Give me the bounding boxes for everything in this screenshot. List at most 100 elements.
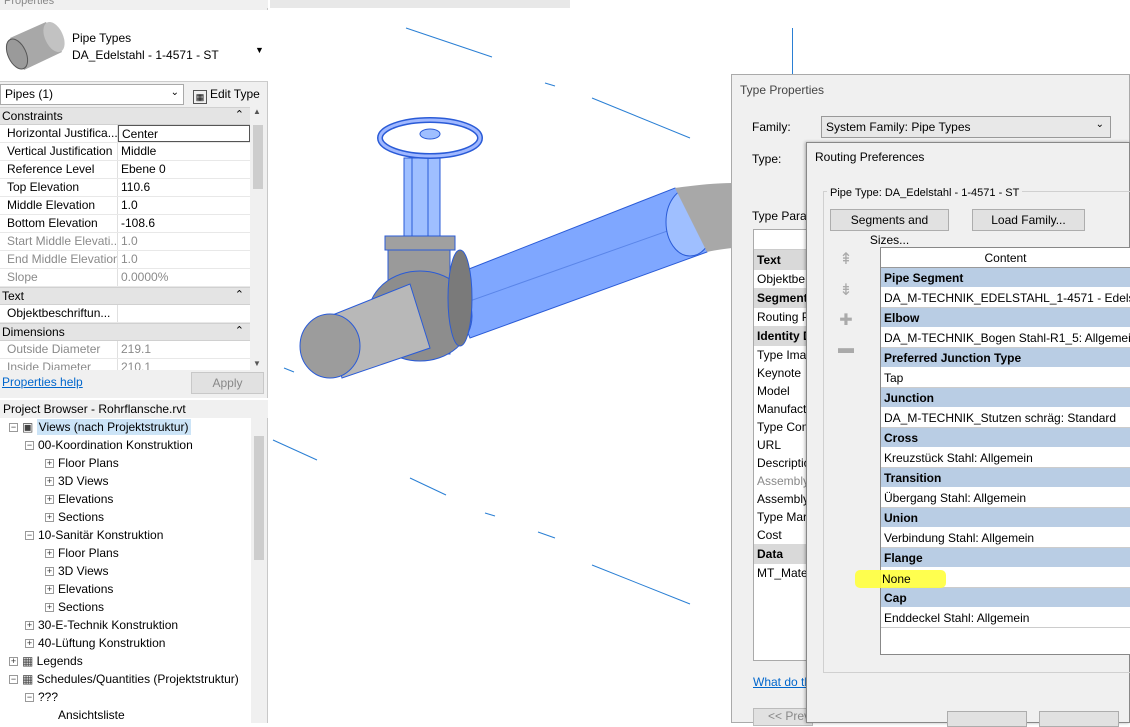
cancel-button[interactable] bbox=[1039, 711, 1119, 727]
property-value[interactable]: 0.0000% bbox=[118, 269, 250, 286]
param-row[interactable]: Manufact bbox=[754, 400, 812, 418]
browser-node[interactable]: Floor Plans bbox=[58, 544, 119, 562]
rule-group-header[interactable]: Elbow bbox=[881, 308, 1130, 328]
browser-node[interactable]: Elevations bbox=[58, 490, 113, 508]
rule-group-header[interactable]: Junction bbox=[881, 388, 1130, 408]
rule-value-cell[interactable]: Übergang Stahl: Allgemein bbox=[881, 488, 1130, 508]
view-tabs[interactable] bbox=[270, 0, 570, 8]
rule-group-header[interactable]: Pipe Segment bbox=[881, 268, 1130, 288]
3d-viewport[interactable] bbox=[270, 8, 732, 723]
expand-icon[interactable]: + bbox=[45, 567, 54, 576]
browser-node[interactable]: Ansichtsliste bbox=[58, 706, 125, 724]
property-value[interactable]: 210.1 bbox=[118, 359, 250, 370]
property-group[interactable]: Dimensions ⌃ bbox=[0, 323, 250, 341]
edit-type-button[interactable]: ▦ Edit Type bbox=[188, 84, 266, 105]
browser-node[interactable]: Elevations bbox=[58, 580, 113, 598]
property-group[interactable]: Text ⌃ bbox=[0, 287, 250, 305]
move-to-top-icon[interactable]: ⇞ bbox=[837, 251, 855, 269]
rule-value-cell[interactable]: Kreuzstück Stahl: Allgemein bbox=[881, 448, 1130, 468]
instance-filter-select[interactable]: Pipes (1) ⌄ bbox=[0, 84, 184, 105]
property-value[interactable]: Ebene 0 bbox=[118, 161, 250, 178]
property-row[interactable]: Slope 0.0000% bbox=[0, 269, 250, 287]
param-row[interactable]: Type Imag bbox=[754, 346, 812, 364]
expand-icon[interactable]: + bbox=[45, 477, 54, 486]
browser-node[interactable]: Sections bbox=[58, 508, 104, 526]
rule-group-header[interactable]: Cap bbox=[881, 588, 1130, 608]
expand-icon[interactable]: + bbox=[25, 639, 34, 648]
browser-node[interactable]: 3D Views bbox=[58, 562, 108, 580]
param-group[interactable]: Text bbox=[754, 250, 812, 270]
property-row[interactable]: Outside Diameter 219.1 bbox=[0, 341, 250, 359]
property-row[interactable]: Top Elevation 110.6 bbox=[0, 179, 250, 197]
param-row[interactable]: Type Mar bbox=[754, 508, 812, 526]
param-row[interactable]: Cost bbox=[754, 526, 812, 544]
type-dropdown-icon[interactable]: ▼ bbox=[255, 45, 264, 55]
property-group[interactable]: Constraints ⌃ bbox=[0, 107, 250, 125]
browser-node[interactable]: 10-Sanitär Konstruktion bbox=[38, 526, 163, 544]
property-value[interactable]: 110.6 bbox=[118, 179, 250, 196]
add-row-icon[interactable]: ✚ bbox=[837, 312, 855, 330]
segments-and-sizes-button[interactable]: Segments and Sizes... bbox=[830, 209, 949, 247]
property-row[interactable]: Objektbeschriftun... bbox=[0, 305, 250, 323]
property-value[interactable]: 1.0 bbox=[118, 251, 250, 268]
param-row[interactable]: Assembly bbox=[754, 490, 812, 508]
rule-value-cell[interactable]: Enddeckel Stahl: Allgemein bbox=[881, 608, 1130, 628]
scroll-down-icon[interactable]: ▼ bbox=[253, 359, 261, 368]
property-value[interactable] bbox=[118, 305, 250, 322]
collapse-icon[interactable]: − bbox=[25, 441, 34, 450]
rule-value-cell[interactable]: Tap bbox=[881, 368, 1130, 388]
preview-button[interactable]: << Prev bbox=[753, 708, 813, 726]
param-row[interactable]: Type Com bbox=[754, 418, 812, 436]
collapse-icon[interactable]: − bbox=[9, 423, 18, 432]
property-value[interactable]: 1.0 bbox=[118, 197, 250, 214]
browser-scroll-thumb[interactable] bbox=[254, 436, 264, 560]
param-row[interactable]: Routing P bbox=[754, 308, 812, 326]
rule-value-cell[interactable]: Verbindung Stahl: Allgemein bbox=[881, 528, 1130, 548]
rule-value-cell[interactable]: DA_M-TECHNIK_EDELSTAHL_1-4571 - Edelstah… bbox=[881, 288, 1130, 308]
apply-button[interactable]: Apply bbox=[191, 372, 264, 394]
property-row[interactable]: Middle Elevation 1.0 bbox=[0, 197, 250, 215]
property-row[interactable]: Bottom Elevation -108.6 bbox=[0, 215, 250, 233]
collapse-icon[interactable]: − bbox=[25, 531, 34, 540]
rule-group-header[interactable]: Preferred Junction Type bbox=[881, 348, 1130, 368]
browser-node[interactable]: ▣ Views (nach Projektstruktur) bbox=[22, 418, 191, 436]
param-row[interactable]: MT_Mate bbox=[754, 564, 812, 582]
param-row[interactable]: Model bbox=[754, 382, 812, 400]
property-row[interactable]: Start Middle Elevati... 1.0 bbox=[0, 233, 250, 251]
rule-group-header[interactable]: Transition bbox=[881, 468, 1130, 488]
expand-icon[interactable]: + bbox=[45, 459, 54, 468]
param-row[interactable]: Keynote bbox=[754, 364, 812, 382]
property-row[interactable]: Vertical Justification Middle bbox=[0, 143, 250, 161]
expand-icon[interactable]: + bbox=[45, 513, 54, 522]
rule-group-header[interactable]: Union bbox=[881, 508, 1130, 528]
property-row[interactable]: End Middle Elevation 1.0 bbox=[0, 251, 250, 269]
expand-icon[interactable]: + bbox=[9, 657, 18, 666]
property-row[interactable]: Inside Diameter 210.1 bbox=[0, 359, 250, 370]
browser-node[interactable]: ▦ Schedules/Quantities (Projektstruktur) bbox=[22, 670, 239, 688]
rule-value-cell[interactable]: DA_M-TECHNIK_Stutzen schräg: Standard bbox=[881, 408, 1130, 428]
property-value[interactable]: 219.1 bbox=[118, 341, 250, 358]
browser-node[interactable]: ▦ Legends bbox=[22, 652, 83, 670]
family-select[interactable]: System Family: Pipe Types ⌄ bbox=[821, 116, 1111, 138]
rule-group-header[interactable]: Cross bbox=[881, 428, 1130, 448]
property-value[interactable]: Middle bbox=[118, 143, 250, 160]
properties-scroll-thumb[interactable] bbox=[253, 125, 263, 189]
property-value[interactable]: -108.6 bbox=[118, 215, 250, 232]
param-row[interactable]: Descriptio bbox=[754, 454, 812, 472]
flange-none-value[interactable]: None bbox=[882, 572, 911, 586]
ok-button[interactable] bbox=[947, 711, 1027, 727]
move-to-bottom-icon[interactable]: ⇟ bbox=[837, 282, 855, 300]
collapse-icon[interactable]: − bbox=[25, 693, 34, 702]
browser-node[interactable]: Sections bbox=[58, 598, 104, 616]
param-group[interactable]: Identity D bbox=[754, 326, 812, 346]
param-row[interactable]: Objektbe bbox=[754, 270, 812, 288]
param-row[interactable]: URL bbox=[754, 436, 812, 454]
browser-node[interactable]: 40-Lüftung Konstruktion bbox=[38, 634, 165, 652]
param-group[interactable]: Data bbox=[754, 544, 812, 564]
help-link[interactable]: What do th bbox=[753, 675, 811, 689]
browser-node[interactable]: 30-E-Technik Konstruktion bbox=[38, 616, 178, 634]
remove-row-icon[interactable]: ▬ bbox=[837, 340, 855, 358]
browser-node[interactable]: 00-Koordination Konstruktion bbox=[38, 436, 193, 454]
property-value[interactable]: 1.0 bbox=[118, 233, 250, 250]
param-row[interactable]: Assembly bbox=[754, 472, 812, 490]
